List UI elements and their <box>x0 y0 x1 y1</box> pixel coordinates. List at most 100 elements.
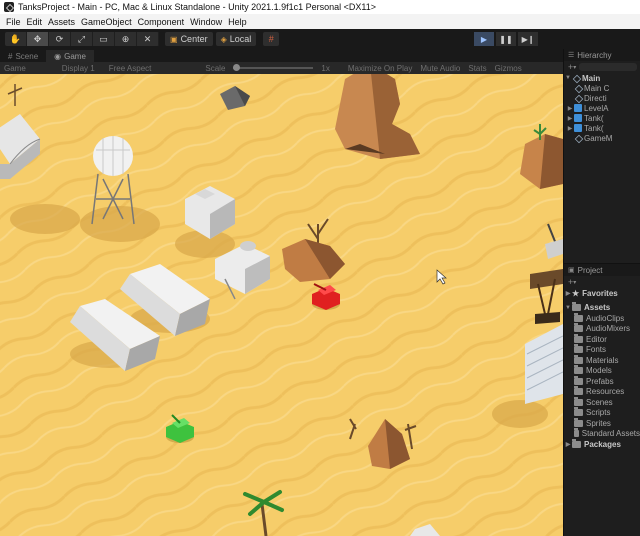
pivot-center-button[interactable]: ▣ Center <box>165 32 213 46</box>
transform-tools: ✋ ✥ ⟳ ⤢ ▭ ⊕ ✕ <box>5 32 159 46</box>
folder-item[interactable]: Scripts <box>564 407 640 419</box>
folder-icon <box>574 407 583 417</box>
pause-icon[interactable]: ❚❚ <box>496 32 516 46</box>
tree-item[interactable]: Main C <box>564 83 640 93</box>
tree-item[interactable]: Directi <box>564 93 640 103</box>
prefab-icon <box>574 114 582 122</box>
folder-item[interactable]: Resources <box>564 386 640 398</box>
tree-item[interactable]: ▶ Tank( <box>564 113 640 123</box>
folder-icon <box>574 354 583 364</box>
menu-edit[interactable]: Edit <box>24 17 46 27</box>
folder-label: Scenes <box>586 397 613 407</box>
packages-item[interactable]: ▶ Packages <box>564 438 640 450</box>
tree-item[interactable]: ▶ LevelA <box>564 103 640 113</box>
menu-assets[interactable]: Assets <box>45 17 78 27</box>
folder-item[interactable]: Standard Assets <box>564 428 640 440</box>
folder-label: Scripts <box>586 408 611 418</box>
expand-icon[interactable]: ▶ <box>566 115 574 122</box>
step-icon[interactable]: ▶❙ <box>518 32 538 46</box>
hierarchy-toolbar: + ▾ <box>564 61 640 73</box>
maximize-on-play-toggle[interactable]: Maximize On Play <box>344 64 416 73</box>
pivot-local-button[interactable]: ◈ Local <box>215 32 257 46</box>
prefab-icon <box>574 124 582 132</box>
scale-slider[interactable] <box>233 64 314 71</box>
menu-file[interactable]: File <box>3 17 24 27</box>
expand-icon[interactable]: ▶ <box>564 441 572 448</box>
folder-item[interactable]: Scenes <box>564 396 640 408</box>
tree-item-label: Tank( <box>584 123 604 133</box>
tab-game[interactable]: ◉ Game <box>46 50 94 62</box>
folder-item[interactable]: Models <box>564 365 640 377</box>
rotate-icon[interactable]: ⟳ <box>49 32 71 46</box>
play-controls: ▶ ❚❚ ▶❙ <box>474 32 540 46</box>
window-title-bar: TanksProject - Main - PC, Mac & Linux St… <box>0 0 640 14</box>
folder-label: Prefabs <box>586 376 614 386</box>
tree-item-root[interactable]: ▼ Main <box>564 73 640 83</box>
folder-label: Sprites <box>586 418 611 428</box>
tree-item-label: Main C <box>584 83 610 93</box>
expand-icon[interactable]: ▼ <box>564 305 572 311</box>
hierarchy-tab[interactable]: ☰ Hierarchy <box>564 49 640 61</box>
gizmos-toggle[interactable]: Gizmos <box>491 64 526 73</box>
tree-item-label: LevelA <box>584 103 609 113</box>
stats-toggle[interactable]: Stats <box>464 64 490 73</box>
game-tab-icon: ◉ <box>54 51 62 61</box>
folder-label: Materials <box>586 355 619 365</box>
scale-icon[interactable]: ⤢ <box>71 32 93 46</box>
favorites-label: Favorites <box>582 288 618 298</box>
folder-item[interactable]: Fonts <box>564 344 640 356</box>
project-toolbar: + ▾ <box>564 276 640 288</box>
menu-help[interactable]: Help <box>225 17 250 27</box>
grid-snap-icon[interactable]: # <box>263 32 280 46</box>
folder-icon <box>574 323 583 333</box>
hand-icon[interactable]: ✋ <box>5 32 27 46</box>
unity-logo-icon <box>4 2 14 12</box>
tree-item[interactable]: GameM <box>564 133 640 143</box>
menu-gameobject[interactable]: GameObject <box>78 17 135 27</box>
display-mode-dropdown[interactable]: Game <box>0 64 30 73</box>
hierarchy-search-input[interactable] <box>579 63 637 71</box>
tree-item-label: Directi <box>584 93 607 103</box>
expand-icon[interactable]: ▶ <box>566 105 574 112</box>
packages-label: Packages <box>584 439 621 449</box>
custom-tool-icon[interactable]: ✕ <box>137 32 159 46</box>
expand-icon[interactable]: ▶ <box>566 125 574 132</box>
folder-icon <box>574 365 583 375</box>
display-dropdown[interactable]: Display 1 <box>58 64 99 73</box>
assets-item[interactable]: ▼ Assets <box>564 302 640 314</box>
rect-icon[interactable]: ▭ <box>93 32 115 46</box>
folder-item[interactable]: Sprites <box>564 417 640 429</box>
prefab-icon <box>574 104 582 112</box>
gameobject-icon <box>574 84 582 92</box>
window-title: TanksProject - Main - PC, Mac & Linux St… <box>18 2 377 12</box>
game-view-bar: Game Display 1 Free Aspect Scale 1x Maxi… <box>0 62 563 74</box>
favorites-item[interactable]: ▶ ★ Favorites <box>564 288 640 299</box>
folder-item[interactable]: AudioMixers <box>564 323 640 335</box>
mute-audio-toggle[interactable]: Mute Audio <box>416 64 464 73</box>
folder-icon <box>574 333 583 343</box>
menu-component[interactable]: Component <box>135 17 188 27</box>
expand-icon[interactable]: ▶ <box>564 290 572 297</box>
folder-tab-icon: ▣ <box>568 267 575 274</box>
transform-icon[interactable]: ⊕ <box>115 32 137 46</box>
tree-item[interactable]: ▶ Tank( <box>564 123 640 133</box>
tab-scene[interactable]: # Scene <box>0 50 46 62</box>
folder-item[interactable]: AudioClips <box>564 312 640 324</box>
move-icon[interactable]: ✥ <box>27 32 49 46</box>
dropdown-icon[interactable]: ▾ <box>573 64 576 71</box>
menu-window[interactable]: Window <box>187 17 225 27</box>
folder-item[interactable]: Materials <box>564 354 640 366</box>
tree-item-label: Main <box>582 73 601 83</box>
folder-item[interactable]: Editor <box>564 333 640 345</box>
pivot-icon: ▣ <box>170 34 178 44</box>
folder-item[interactable]: Prefabs <box>564 375 640 387</box>
expand-icon[interactable]: ▼ <box>564 75 572 81</box>
project-tab[interactable]: ▣ Project <box>564 264 640 276</box>
dropdown-icon[interactable]: ▾ <box>573 279 576 286</box>
aspect-dropdown[interactable]: Free Aspect <box>105 64 156 73</box>
play-icon[interactable]: ▶ <box>474 32 494 46</box>
game-view[interactable] <box>0 74 563 536</box>
star-icon: ★ <box>572 288 580 298</box>
game-scene-render <box>0 74 563 536</box>
folder-label: AudioClips <box>586 313 625 323</box>
